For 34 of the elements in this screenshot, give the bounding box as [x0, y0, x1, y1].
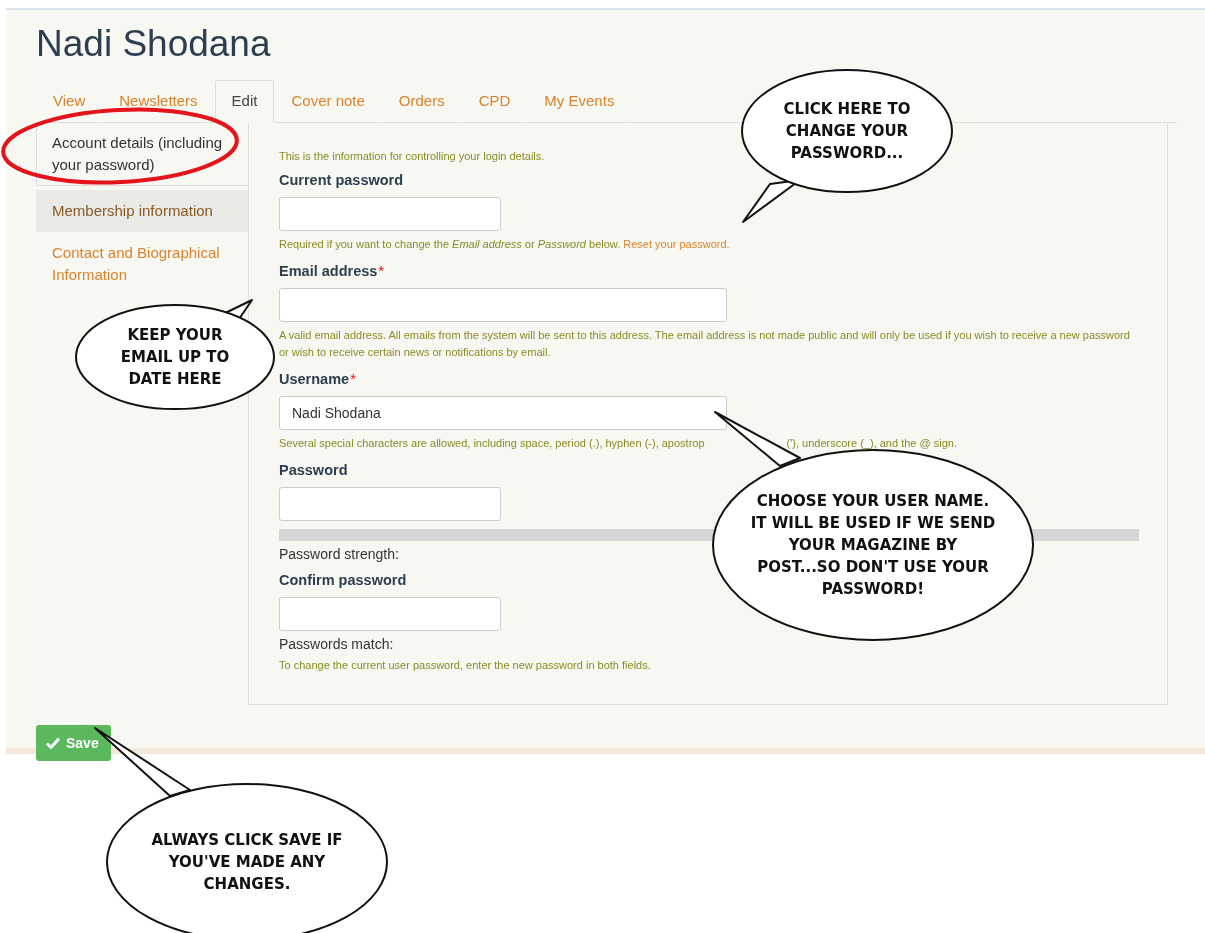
tab[interactable]: CPD — [461, 80, 528, 123]
field-label: Email address — [279, 263, 378, 279]
status-text: Password strength: — [279, 546, 399, 562]
field-label: Password — [279, 462, 348, 478]
bubble-text: CHOOSE YOUR USER NAME. IT WILL BE USED IF WE SEND YOUR MAGAZINE BY POST...SO DON'T USE YOUR PASSWORD! — [749, 491, 997, 600]
input-field[interactable] — [279, 597, 501, 631]
help-text: Required if you want to change the Email address or Password below. — [279, 238, 621, 250]
field-label: Username — [279, 371, 350, 387]
sidebar-item[interactable]: Contact and Biographical Information — [36, 232, 248, 296]
help-text: Several special characters are allowed, including space, period (.), hyphen (-), apostrop — [279, 437, 705, 449]
bubble-text: KEEP YOUR EMAIL UP TO DATE HERE — [119, 325, 231, 390]
field-label: Confirm password — [279, 572, 407, 588]
sidebar-item[interactable]: Membership information — [36, 190, 248, 232]
input-field[interactable] — [279, 487, 501, 521]
help-text: To change the current user password, enter the new password in both fields. — [279, 659, 651, 671]
tab[interactable]: My Events — [527, 80, 632, 123]
bubble-text: ALWAYS CLICK SAVE IF YOU'VE MADE ANY CHANGES. — [150, 830, 344, 895]
tab[interactable]: Cover note — [274, 80, 382, 123]
check-icon — [46, 737, 60, 749]
intro-text: This is the information for controlling your login details. — [279, 150, 545, 162]
help-text: ('), underscore (_), and the @ sign. — [786, 437, 957, 449]
tab[interactable]: Orders — [381, 80, 462, 123]
page-title: Nadi Shodana — [36, 22, 272, 66]
help-text: A valid email address. All emails from the system will be sent to this address. The email address is not made public and will only be used if you wish to receive a new password or wish to receive certain news or notifications by email. — [279, 329, 1130, 358]
save-button[interactable]: Save — [36, 725, 111, 761]
sidebar-item[interactable]: Account details (including your password) — [36, 123, 248, 186]
required-mark: * — [378, 262, 385, 279]
field-label: Current password — [279, 172, 404, 188]
input-field[interactable] — [279, 197, 501, 231]
required-mark: * — [350, 370, 356, 387]
bubble-text: CLICK HERE TO CHANGE YOUR PASSWORD... — [782, 99, 912, 164]
reset-password-link[interactable]: Reset your password. — [623, 238, 730, 250]
status-text: Passwords match: — [279, 636, 394, 652]
input-field[interactable] — [279, 288, 727, 322]
